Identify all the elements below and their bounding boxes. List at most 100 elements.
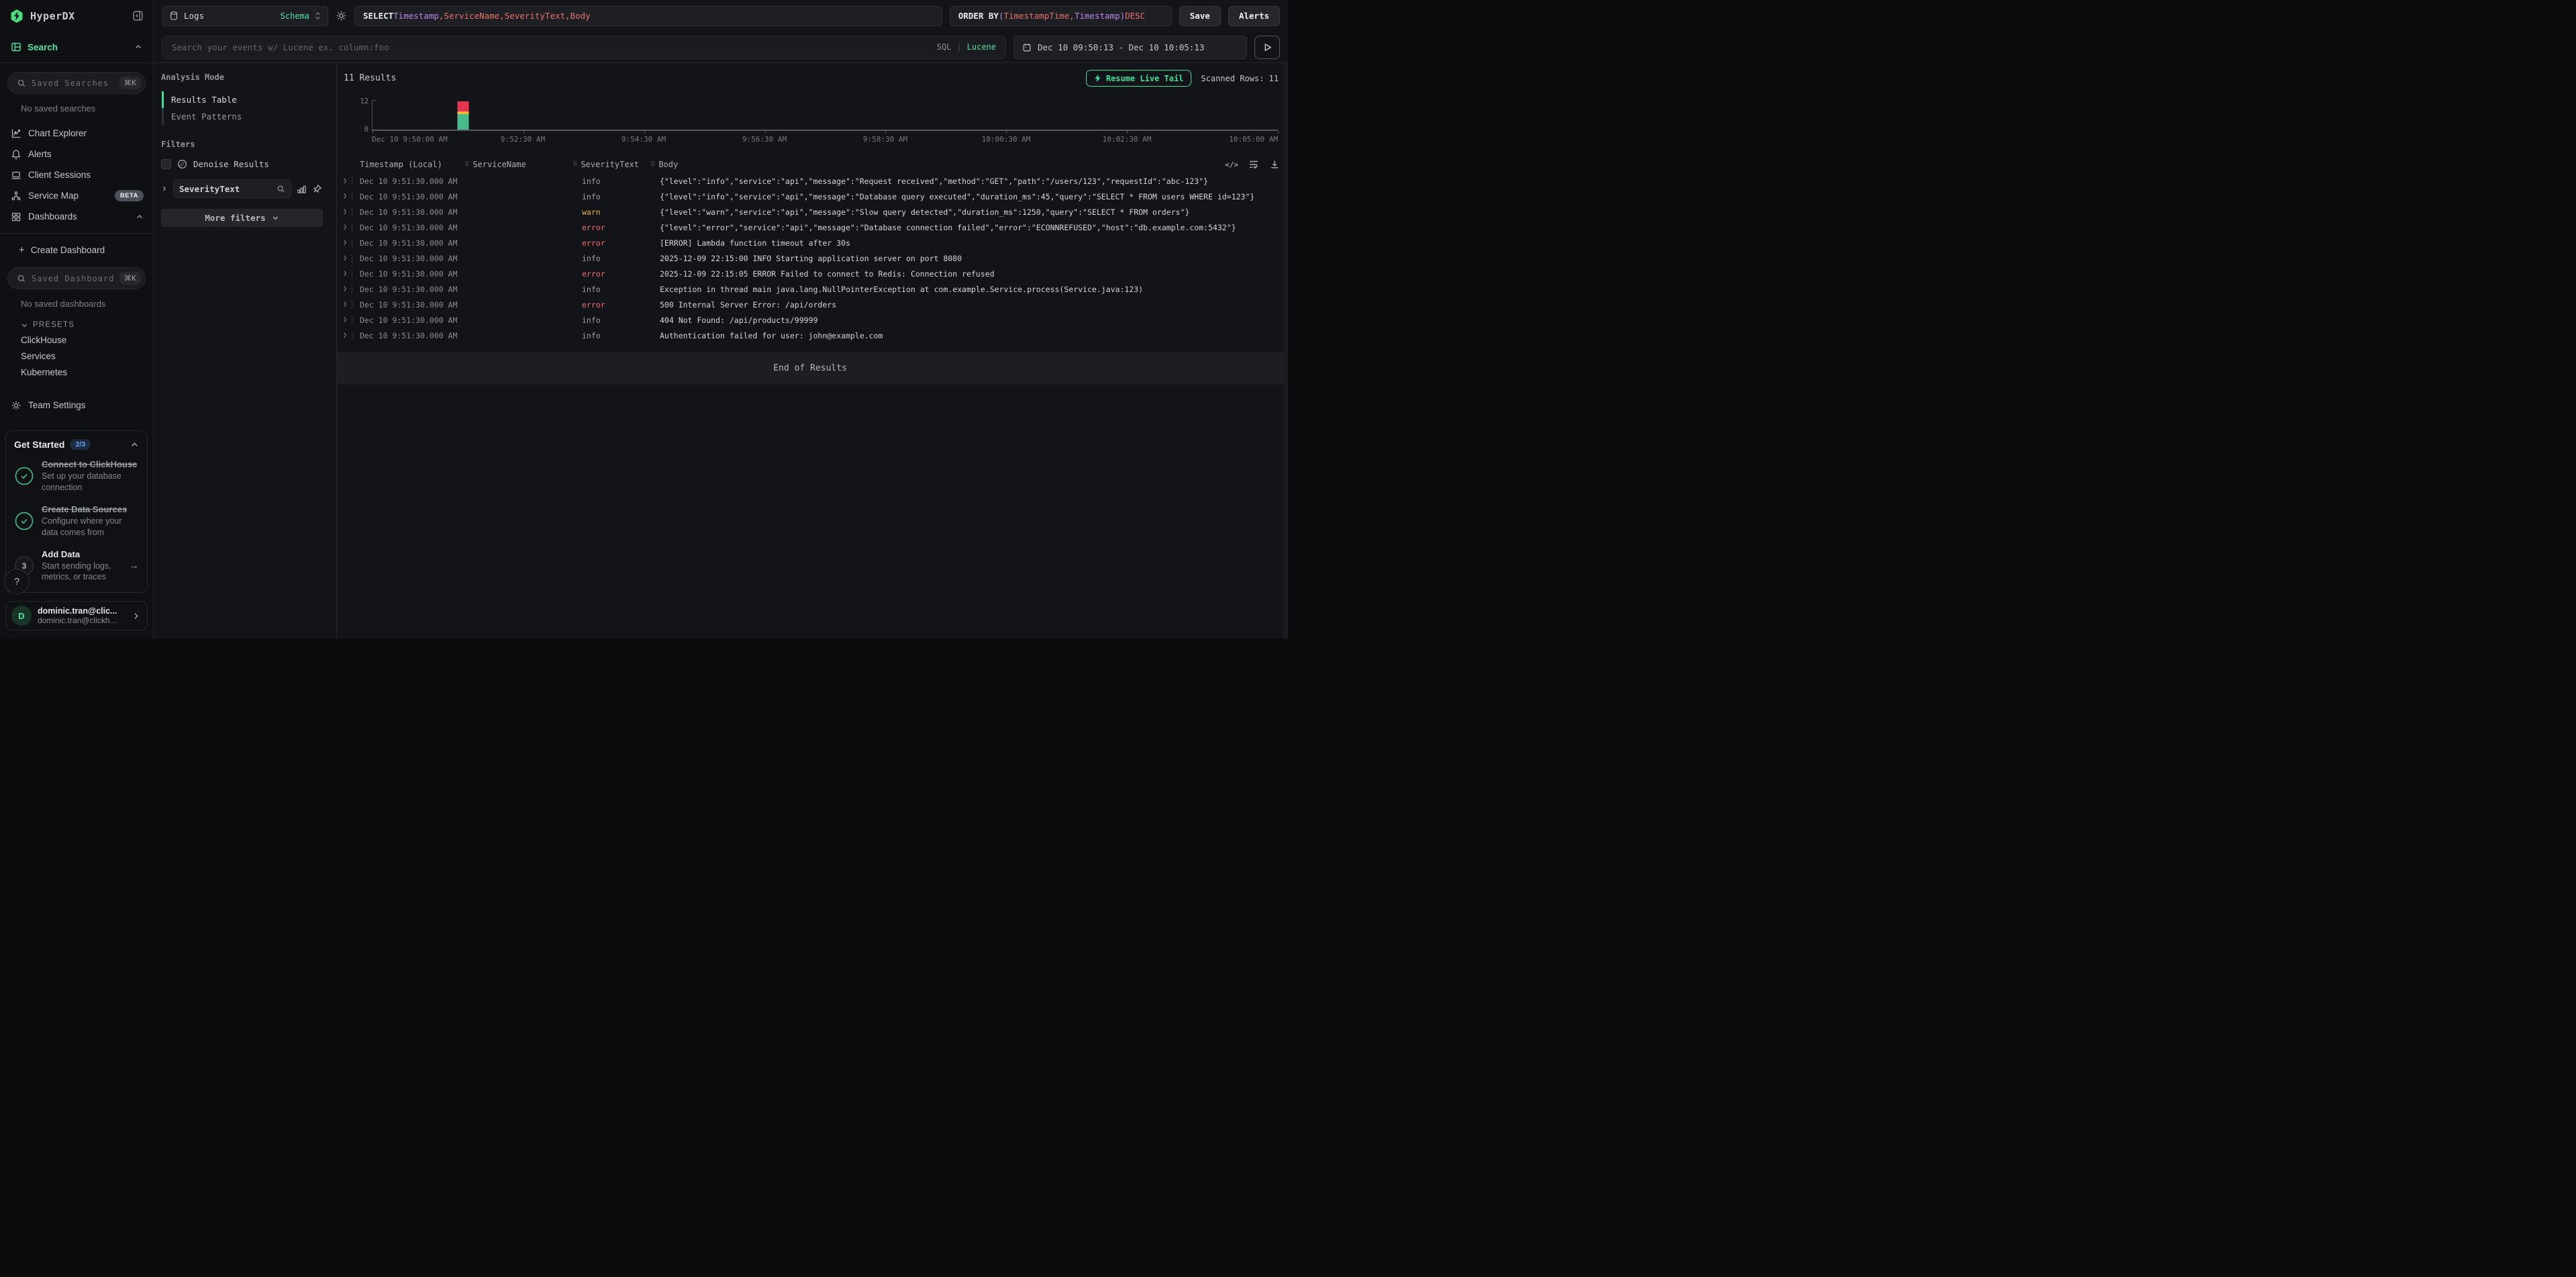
analysis-panel: Analysis Mode Results Table Event Patter… [154,63,337,638]
sidebar-item-dashboards[interactable]: Dashboards [0,206,153,227]
drag-handle-icon[interactable]: ⠿ [464,161,469,169]
sidebar-item-service-map[interactable]: Service Map BETA [0,185,153,206]
more-filters-button[interactable]: More filters [161,209,323,227]
drag-handle-icon[interactable]: ⠿ [650,161,655,169]
cell-timestamp: Dec 10 9:51:30.000 AM [360,254,464,263]
lucene-mode-toggle[interactable]: Lucene [967,42,996,52]
filter-field-input[interactable]: SeverityText [173,179,291,198]
run-query-button[interactable] [1254,36,1280,59]
download-icon[interactable] [1269,159,1280,170]
table-row[interactable]: ❯ Dec 10 9:51:30.000 AM info 2025-12-09 … [337,250,1288,266]
get-started-step-connect[interactable]: Connect to ClickHouse Set up your databa… [14,459,139,493]
user-profile-card[interactable]: D dominic.tran@clic... dominic.tran@clic… [5,601,148,630]
help-button[interactable]: ? [4,569,30,594]
chevron-up-icon[interactable] [130,440,139,449]
drag-handle-icon[interactable]: ⠿ [573,161,577,169]
histogram-bar[interactable] [457,101,468,130]
column-header-servicename[interactable]: ⠿ServiceName [464,160,573,169]
table-row[interactable]: ❯ Dec 10 9:51:30.000 AM info Authenticat… [337,328,1288,343]
create-dashboard-button[interactable]: + Create Dashboard [0,240,153,260]
histogram-plot[interactable] [372,100,1278,131]
expand-row-chevron-icon[interactable]: ❯ [343,316,347,324]
cell-timestamp: Dec 10 9:51:30.000 AM [360,285,464,294]
presets-header[interactable]: PRESETS [0,313,153,332]
x-tick-label: Dec 10 9:50:00 AM [372,135,448,144]
denoise-checkbox[interactable] [161,159,171,169]
cell-body: {"level":"info","service":"api","message… [650,177,1288,186]
cell-timestamp: Dec 10 9:51:30.000 AM [360,223,464,232]
preset-item-services[interactable]: Services [0,348,153,364]
resume-live-tail-button[interactable]: Resume Live Tail [1086,70,1192,87]
expand-row-chevron-icon[interactable]: ❯ [343,332,347,339]
expand-row-chevron-icon[interactable]: ❯ [343,239,347,246]
save-button[interactable]: Save [1179,6,1221,26]
service-map-icon [11,191,21,201]
column-header-timestamp[interactable]: Timestamp (Local) [360,160,464,169]
cell-severitytext: info [573,316,650,325]
sidebar-item-alerts[interactable]: Alerts [0,144,153,164]
saved-dashboards-input[interactable]: Saved Dashboards ⌘K [7,267,146,289]
table-row[interactable]: ❯ Dec 10 9:51:30.000 AM info Exception i… [337,281,1288,297]
sidebar-item-search[interactable]: Search [0,32,153,63]
bar-chart-icon[interactable] [297,184,307,194]
filter-field-name: SeverityText [179,184,273,194]
wrap-lines-icon[interactable] [1248,159,1259,170]
user-name: dominic.tran@clic... [38,606,126,616]
pin-icon[interactable] [312,184,322,194]
expand-row-chevron-icon[interactable]: ❯ [343,270,347,277]
brand-name: HyperDX [30,10,126,22]
saved-searches-input[interactable]: Saved Searches ⌘K [7,72,146,94]
alerts-button[interactable]: Alerts [1228,6,1280,26]
sidebar-item-team-settings[interactable]: Team Settings [0,395,153,416]
saved-dashboards-placeholder: Saved Dashboards [32,274,114,283]
expand-row-chevron-icon[interactable]: ❯ [343,254,347,262]
expand-row-chevron-icon[interactable]: ❯ [343,177,347,185]
view-source-icon[interactable]: </> [1225,160,1238,169]
sidebar-item-chart-explorer[interactable]: Chart Explorer [0,123,153,144]
column-header-body[interactable]: ⠿Body [650,160,1228,169]
table-row[interactable]: ❯ Dec 10 9:51:30.000 AM info 404 Not Fou… [337,312,1288,328]
order-by-input[interactable]: ORDER BY (TimestampTime, Timestamp) DESC [950,6,1172,26]
source-settings-gear-icon[interactable] [336,10,347,21]
denoise-icon [177,159,187,169]
sidebar-item-label: Chart Explorer [28,128,144,138]
source-select[interactable]: Logs Schema [162,6,328,26]
table-row[interactable]: ❯ Dec 10 9:51:30.000 AM error 2025-12-09… [337,266,1288,281]
orderby-direction: DESC [1125,11,1145,21]
expand-row-chevron-icon[interactable]: ❯ [343,208,347,216]
resume-live-tail-label: Resume Live Tail [1106,74,1184,83]
sql-mode-toggle[interactable]: SQL [937,42,952,52]
table-row[interactable]: ❯ Dec 10 9:51:30.000 AM error 500 Intern… [337,297,1288,312]
search-icon [17,274,26,283]
expand-row-chevron-icon[interactable]: ❯ [343,193,347,200]
results-table: Timestamp (Local) ⠿ServiceName ⠿Severity… [337,156,1288,343]
expand-row-chevron-icon[interactable]: ❯ [343,301,347,308]
chevron-right-icon[interactable] [161,185,168,192]
get-started-step-sources[interactable]: Create Data Sources Configure where your… [14,504,139,538]
search-icon [277,185,285,193]
table-row[interactable]: ❯ Dec 10 9:51:30.000 AM error [ERROR] La… [337,235,1288,250]
chevron-up-icon[interactable] [136,213,144,221]
chevron-up-icon[interactable] [134,43,142,51]
content-area: Analysis Mode Results Table Event Patter… [154,63,1288,638]
table-row[interactable]: ❯ Dec 10 9:51:30.000 AM info {"level":"i… [337,189,1288,204]
search-input[interactable] [172,42,932,52]
cell-severitytext: info [573,285,650,294]
tab-event-patterns[interactable]: Event Patterns [164,108,323,125]
get-started-step-add-data[interactable]: 3 Add Data Start sending logs, metrics, … [14,549,139,583]
preset-item-clickhouse[interactable]: ClickHouse [0,332,153,348]
table-row[interactable]: ❯ Dec 10 9:51:30.000 AM info {"level":"i… [337,173,1288,189]
time-range-picker[interactable]: Dec 10 09:50:13 - Dec 10 10:05:13 [1013,36,1247,59]
sidebar-item-client-sessions[interactable]: Client Sessions [0,164,153,185]
table-row[interactable]: ❯ Dec 10 9:51:30.000 AM warn {"level":"w… [337,204,1288,220]
select-query-input[interactable]: SELECT Timestamp,ServiceName,SeverityTex… [354,6,942,26]
column-header-severitytext[interactable]: ⠿SeverityText [573,160,650,169]
expand-row-chevron-icon[interactable]: ❯ [343,224,347,231]
get-started-header[interactable]: Get Started 2/3 [14,439,139,450]
collapse-sidebar-icon[interactable] [132,10,144,21]
tab-results-table[interactable]: Results Table [164,91,323,108]
preset-item-kubernetes[interactable]: Kubernetes [0,364,153,380]
sidebar-item-label: Service Map [28,191,108,201]
expand-row-chevron-icon[interactable]: ❯ [343,285,347,293]
table-row[interactable]: ❯ Dec 10 9:51:30.000 AM error {"level":"… [337,220,1288,235]
